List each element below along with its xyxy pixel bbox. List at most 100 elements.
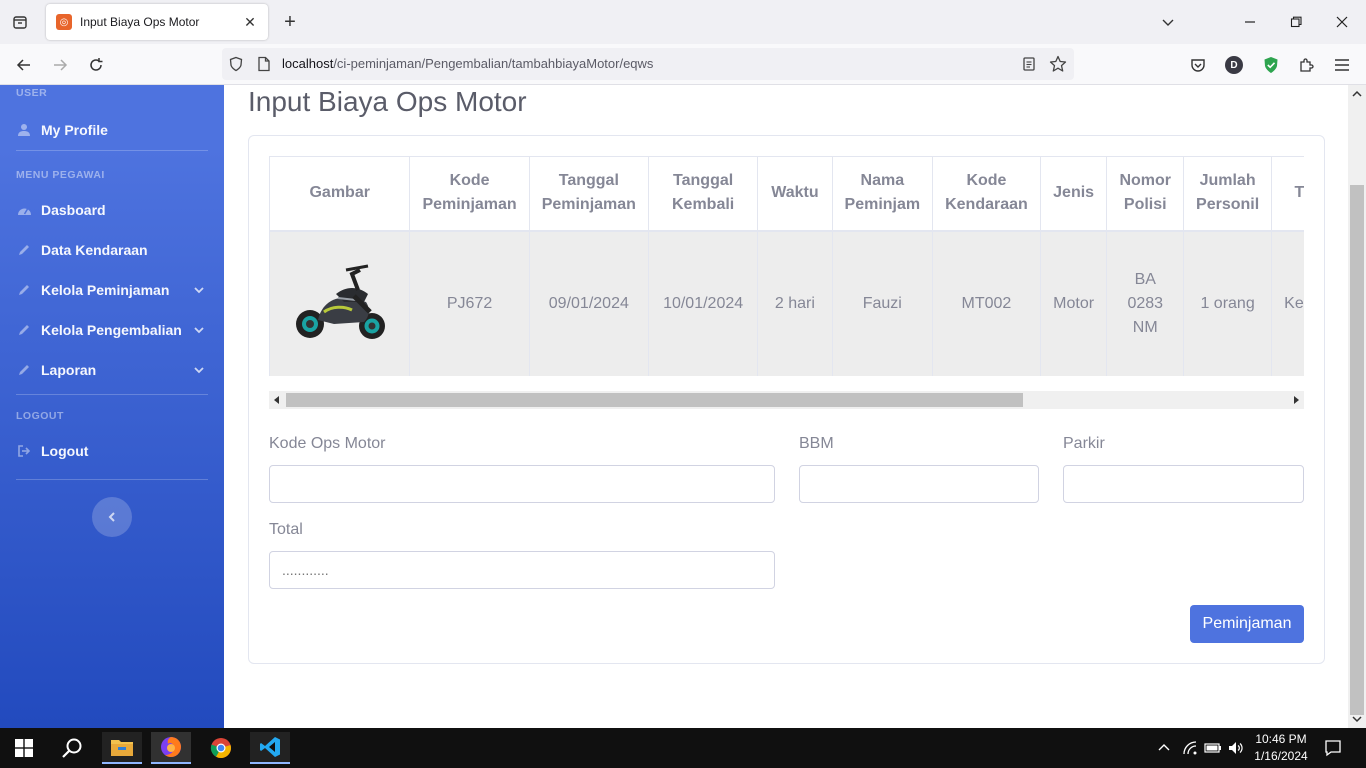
close-window-icon[interactable] [1330,10,1354,34]
browser-nav-bar: localhost/ci-peminjaman/Pengembalian/tam… [0,44,1366,85]
new-tab-icon[interactable]: + [280,12,300,32]
account-initial: D [1225,56,1243,74]
sidebar-divider [16,150,208,151]
clock-date: 1/16/2024 [1254,749,1308,763]
horizontal-scrollbar-thumb[interactable] [286,393,1023,407]
sidebar-item-logout[interactable]: Logout [16,439,208,463]
pencil-icon [16,322,32,338]
sidebar-item-dasboard[interactable]: Dasboard [16,198,208,222]
chrome-taskbar-icon[interactable] [201,732,241,764]
url-path: /ci-peminjaman/Pengembalian/tambahbiayaM… [333,56,654,71]
sidebar-item-label: Kelola Peminjaman [41,282,170,298]
column-header-nama-peminjam: Nama Peminjam [831,156,934,232]
sidebar-item-label: My Profile [41,122,108,138]
wifi-icon[interactable] [1180,738,1200,758]
cell-kode-peminjaman: PJ672 [409,230,530,376]
page-vertical-scrollbar[interactable] [1348,85,1366,728]
sidebar-item-label: Logout [41,443,89,459]
page-info-icon[interactable] [254,54,274,74]
restore-icon[interactable] [1284,10,1308,34]
sidebar-item-laporan[interactable]: Laporan [16,358,208,382]
cell-tujuan: Kep [1271,230,1304,376]
column-header-jenis: Jenis [1039,156,1108,232]
taskbar-clock[interactable]: 10:46 PM 1/16/2024 [1244,731,1318,765]
column-header-tanggal-peminjaman: Tanggal Peminjaman [528,156,649,232]
column-header-tanggal-kembali: Tanggal Kembali [647,156,759,232]
kode-ops-motor-label: Kode Ops Motor [269,435,386,452]
total-input[interactable] [269,551,775,589]
total-label: Total [269,521,303,538]
vscode-taskbar-icon[interactable] [250,732,290,764]
account-avatar[interactable]: D [1222,53,1246,77]
tracking-protection-shield-icon[interactable] [226,54,246,74]
sidebar-heading-menu: MENU PEGAWAI [16,169,105,181]
bookmark-star-icon[interactable] [1048,54,1068,74]
list-all-tabs-icon[interactable] [1156,10,1180,34]
cell-tanggal-peminjaman: 09/01/2024 [528,230,649,376]
sidebar-heading-user: USER [16,87,48,99]
minimize-icon[interactable] [1238,10,1262,34]
sidebar-item-kelola-peminjaman[interactable]: Kelola Peminjaman [16,278,208,302]
app-menu-hamburger-icon[interactable] [1330,53,1354,77]
form-card: Gambar Kode Peminjaman Tanggal Peminjama… [248,135,1325,664]
pencil-icon [16,282,32,298]
extensions-puzzle-icon[interactable] [1294,53,1318,77]
sidebar-item-label: Kelola Pengembalian [41,322,182,338]
sidebar-item-label: Dasboard [41,202,106,218]
search-icon[interactable] [52,732,92,764]
battery-icon[interactable] [1203,738,1223,758]
windows-start-icon[interactable] [4,732,44,764]
tab-list-icon[interactable] [10,12,30,32]
kode-ops-motor-input[interactable] [269,465,775,503]
parkir-label: Parkir [1063,435,1105,452]
tab-title: Input Biaya Ops Motor [80,15,200,29]
cell-jenis: Motor [1039,230,1108,376]
show-hidden-icons-chevron-up-icon[interactable] [1154,738,1174,758]
reload-icon[interactable] [84,53,108,77]
volume-icon[interactable] [1226,738,1246,758]
pencil-icon [16,362,32,378]
reader-view-icon[interactable] [1019,54,1039,74]
clock-time: 10:46 PM [1255,732,1307,746]
parkir-input[interactable] [1063,465,1304,503]
motorcycle-image [269,230,411,376]
adblock-shield-icon[interactable] [1259,53,1283,77]
sidebar-item-my-profile[interactable]: My Profile [16,118,208,142]
scroll-right-arrow-icon[interactable] [1289,393,1303,407]
vertical-scrollbar-thumb[interactable] [1350,185,1364,715]
scroll-left-arrow-icon[interactable] [270,393,284,407]
sidebar-item-kelola-pengembalian[interactable]: Kelola Pengembalian [16,318,208,342]
bbm-input[interactable] [799,465,1039,503]
sidebar-toggle-button[interactable] [92,497,132,537]
cell-kode-kendaraan: MT002 [932,230,1041,376]
table-horizontal-scrollbar[interactable] [269,391,1304,409]
notification-center-icon[interactable] [1323,738,1343,758]
sign-out-icon [16,443,32,459]
cell-nomor-polisi: BA 0283 NM [1106,230,1185,376]
column-header-kode-kendaraan: Kode Kendaraan [932,156,1041,232]
cell-tanggal-kembali: 10/01/2024 [647,230,759,376]
scooter-image [295,264,385,339]
pocket-icon[interactable] [1186,53,1210,77]
address-bar[interactable]: localhost/ci-peminjaman/Pengembalian/tam… [222,48,1074,80]
back-arrow-icon[interactable] [12,53,36,77]
column-header-waktu: Waktu [757,156,833,232]
close-tab-icon[interactable]: ✕ [242,14,258,30]
browser-tab-active[interactable]: ◎ Input Biaya Ops Motor ✕ [46,4,268,40]
chevron-down-icon [192,323,206,337]
main-content: Input Biaya Ops Motor Gambar Kode Peminj… [224,85,1348,728]
sidebar-item-label: Laporan [41,362,97,378]
cell-jumlah-personil: 1 orang [1183,230,1273,376]
pencil-icon [16,242,32,258]
file-explorer-icon[interactable] [102,732,142,764]
cell-nama-peminjam: Fauzi [831,230,934,376]
scroll-down-arrow-icon[interactable] [1350,712,1364,726]
sidebar-item-data-kendaraan[interactable]: Data Kendaraan [16,238,208,262]
bbm-label: BBM [799,435,834,452]
forward-arrow-icon[interactable] [48,53,72,77]
firefox-taskbar-icon[interactable] [151,732,191,764]
sidebar-divider [16,394,208,395]
scroll-up-arrow-icon[interactable] [1350,87,1364,101]
sidebar-item-label: Data Kendaraan [41,242,148,258]
peminjaman-submit-button[interactable]: Peminjaman [1190,605,1304,643]
